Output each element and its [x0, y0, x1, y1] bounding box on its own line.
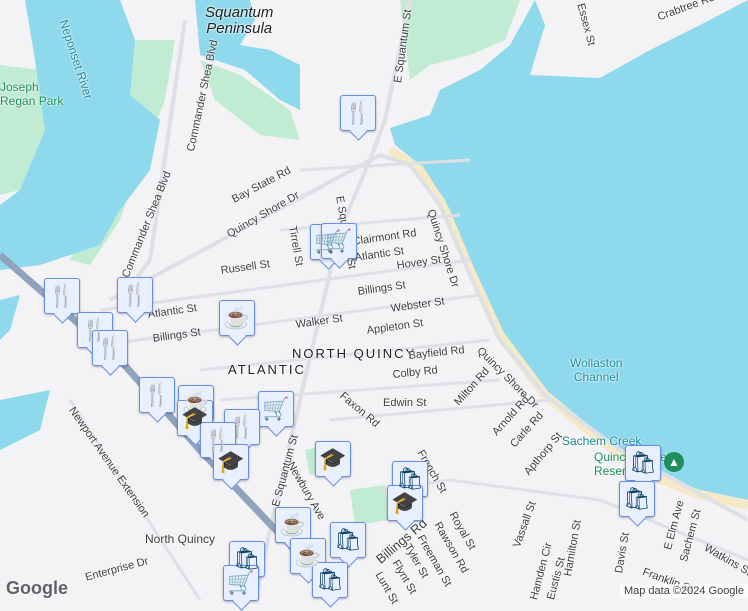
grocery-marker[interactable]: 🛒 — [258, 391, 294, 427]
place-atlantic: ATLANTIC — [228, 362, 306, 377]
restaurant-marker[interactable]: ☕ — [219, 300, 255, 336]
grocery-marker[interactable]: 🛍 — [312, 562, 348, 598]
school-marker[interactable]: 🎓 — [315, 441, 351, 477]
map-attribution[interactable]: Map data ©2024 Google — [619, 584, 748, 598]
google-logo[interactable]: Google — [6, 578, 68, 599]
park-joseph-regan: Joseph Regan Park — [0, 80, 64, 108]
grocery-marker[interactable]: 🛒 — [321, 223, 357, 259]
shopping-marker[interactable]: 🎓 — [387, 485, 423, 521]
street-label: Edwin St — [383, 397, 427, 409]
grocery-marker[interactable]: 🍴 — [117, 277, 153, 313]
cafe-marker[interactable]: 🍴 — [139, 377, 175, 413]
cafe-marker[interactable]: 🛍 — [330, 522, 366, 558]
restaurant-marker[interactable]: 🎓 — [213, 444, 249, 480]
shopping-marker[interactable]: 🛍 — [619, 481, 655, 517]
station-north-quincy[interactable]: North Quincy — [145, 532, 215, 546]
place-north-quincy: NORTH QUINCY — [292, 346, 417, 361]
shopping-marker[interactable]: 🛍 — [625, 445, 661, 481]
restaurant-marker[interactable]: 🍴 — [340, 95, 376, 131]
restaurant-marker[interactable]: 🍴 — [92, 330, 128, 366]
restaurant-marker[interactable]: 🍴 — [44, 278, 80, 314]
school-marker[interactable]: ☕ — [275, 507, 311, 543]
place-squantum-peninsula: Squantum Peninsula — [205, 4, 274, 37]
park-tree-icon[interactable]: ▲ — [664, 452, 684, 472]
shopping-marker[interactable]: 🛒 — [223, 565, 259, 601]
water-wollaston-channel: Wollaston Channel — [570, 356, 623, 384]
